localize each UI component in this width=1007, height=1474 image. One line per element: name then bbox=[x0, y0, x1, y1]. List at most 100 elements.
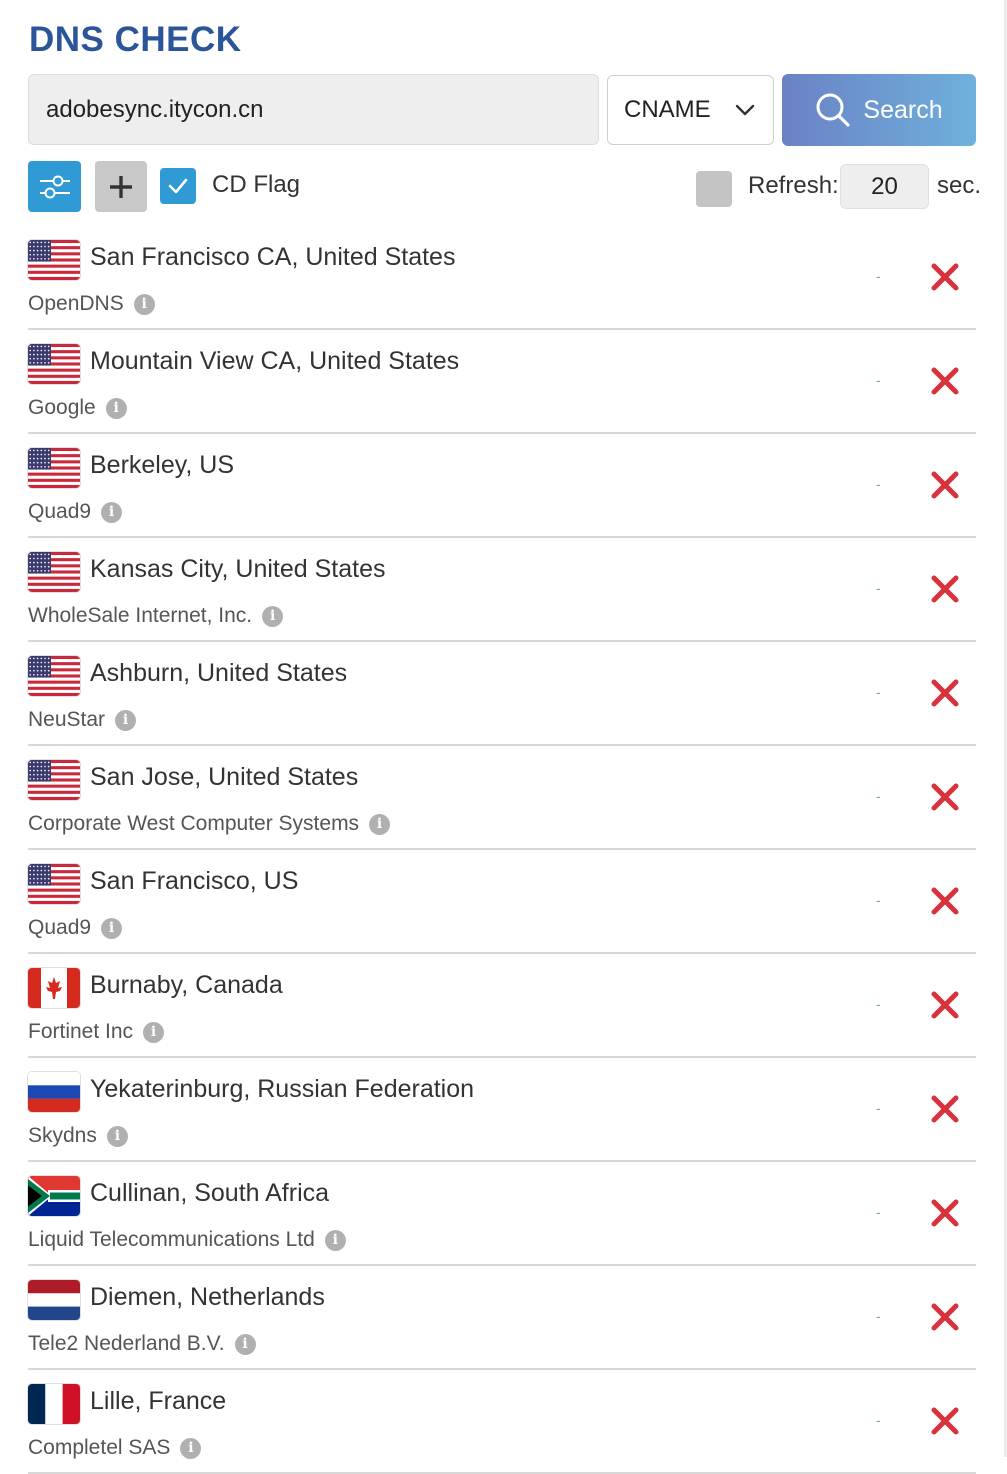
info-icon[interactable]: i bbox=[180, 1437, 202, 1459]
dns-result-value: - bbox=[876, 580, 881, 596]
server-row: Lille, France Completel SAS i - bbox=[28, 1370, 976, 1474]
server-row: San Francisco, US Quad9 i - bbox=[28, 850, 976, 954]
server-provider: Skydns i bbox=[28, 1124, 128, 1148]
fail-x-icon bbox=[931, 991, 959, 1019]
info-icon[interactable]: i bbox=[115, 709, 137, 731]
provider-name: Quad9 bbox=[28, 500, 92, 523]
plus-icon bbox=[110, 175, 132, 198]
provider-name: Google bbox=[28, 396, 96, 419]
info-icon[interactable]: i bbox=[143, 1021, 165, 1043]
server-row: San Jose, United States Corporate West Co… bbox=[28, 746, 976, 850]
domain-input[interactable] bbox=[28, 74, 599, 145]
fail-x-icon bbox=[931, 575, 959, 603]
dns-result-value: - bbox=[876, 1204, 881, 1220]
server-provider: Quad9 i bbox=[28, 916, 123, 940]
refresh-interval-input[interactable] bbox=[840, 164, 929, 209]
dns-result-value: - bbox=[876, 1308, 881, 1324]
flag-za-icon bbox=[28, 1176, 80, 1216]
info-icon[interactable]: i bbox=[234, 1333, 256, 1355]
dns-result-value: - bbox=[876, 996, 881, 1012]
refresh-label: Refresh: bbox=[748, 172, 839, 199]
fail-x-icon bbox=[931, 471, 959, 499]
fail-x-icon bbox=[931, 263, 959, 291]
server-location: Ashburn, United States bbox=[90, 659, 348, 687]
cd-flag-label: CD Flag bbox=[212, 171, 301, 198]
checkmark-icon bbox=[168, 178, 188, 194]
info-icon[interactable]: i bbox=[369, 813, 391, 835]
fail-x-icon bbox=[931, 679, 959, 707]
fail-x-icon bbox=[931, 1095, 959, 1123]
flag-us-icon bbox=[28, 760, 80, 800]
server-provider: Completel SAS i bbox=[28, 1436, 202, 1460]
server-location: Mountain View CA, United States bbox=[90, 347, 460, 375]
server-row: Mountain View CA, United States Google i - bbox=[28, 330, 976, 434]
server-row: San Francisco CA, United States OpenDNS i - bbox=[28, 226, 976, 330]
add-server-button[interactable] bbox=[95, 161, 147, 212]
server-location: San Jose, United States bbox=[90, 763, 359, 791]
dns-result-value: - bbox=[876, 788, 881, 804]
server-location: Yekaterinburg, Russian Federation bbox=[90, 1075, 475, 1103]
server-provider: Google i bbox=[28, 396, 127, 420]
fail-x-icon bbox=[931, 887, 959, 915]
provider-name: WholeSale Internet, Inc. bbox=[28, 604, 253, 627]
provider-name: NeuStar bbox=[28, 708, 106, 731]
server-row: Yekaterinburg, Russian Federation Skydns i… bbox=[28, 1058, 976, 1162]
fail-x-icon bbox=[931, 1199, 959, 1227]
server-location: Lille, France bbox=[90, 1387, 227, 1415]
server-location: San Francisco CA, United States bbox=[90, 243, 456, 271]
search-icon bbox=[816, 93, 850, 127]
info-icon[interactable]: i bbox=[105, 397, 127, 419]
dns-result-value: - bbox=[876, 268, 881, 284]
flag-fr-icon bbox=[28, 1384, 80, 1424]
server-provider: Fortinet Inc i bbox=[28, 1020, 165, 1044]
flag-ru-icon bbox=[28, 1072, 80, 1112]
server-location: Burnaby, Canada bbox=[90, 971, 283, 999]
provider-name: Completel SAS bbox=[28, 1436, 171, 1459]
dns-result-value: - bbox=[876, 372, 881, 388]
server-location: Berkeley, US bbox=[90, 451, 235, 479]
refresh-checkbox[interactable] bbox=[696, 171, 732, 207]
provider-name: Tele2 Nederland B.V. bbox=[28, 1332, 225, 1355]
server-location: San Francisco, US bbox=[90, 867, 299, 895]
fail-x-icon bbox=[931, 1407, 959, 1435]
server-location: Kansas City, United States bbox=[90, 555, 386, 583]
provider-name: Fortinet Inc bbox=[28, 1020, 134, 1043]
server-row: Ashburn, United States NeuStar i - bbox=[28, 642, 976, 746]
info-icon[interactable]: i bbox=[101, 917, 123, 939]
server-row: Kansas City, United States WholeSale Inte… bbox=[28, 538, 976, 642]
info-icon[interactable]: i bbox=[106, 1125, 128, 1147]
server-row: Berkeley, US Quad9 i - bbox=[28, 434, 976, 538]
server-row: Diemen, Netherlands Tele2 Nederland B.V. i… bbox=[28, 1266, 976, 1370]
results-list: San Francisco CA, United States OpenDNS i -… bbox=[28, 226, 976, 1474]
dns-result-value: - bbox=[876, 476, 881, 492]
provider-name: Corporate West Computer Systems bbox=[28, 812, 360, 835]
dns-result-value: - bbox=[876, 1412, 881, 1428]
record-type-select[interactable]: CNAME bbox=[607, 75, 774, 145]
settings-button[interactable] bbox=[28, 161, 81, 212]
cd-flag-checkbox[interactable] bbox=[160, 168, 196, 204]
flag-us-icon bbox=[28, 552, 80, 592]
info-icon[interactable]: i bbox=[101, 501, 123, 523]
flag-us-icon bbox=[28, 656, 80, 696]
dns-result-value: - bbox=[876, 1100, 881, 1116]
flag-us-icon bbox=[28, 864, 80, 904]
server-location: Diemen, Netherlands bbox=[90, 1283, 325, 1311]
search-button[interactable]: Search bbox=[782, 74, 976, 146]
flag-nl-icon bbox=[28, 1280, 80, 1320]
server-provider: Tele2 Nederland B.V. i bbox=[28, 1332, 256, 1356]
refresh-unit-label: sec. bbox=[937, 172, 982, 199]
server-provider: NeuStar i bbox=[28, 708, 137, 732]
fail-x-icon bbox=[931, 783, 959, 811]
info-icon[interactable]: i bbox=[133, 293, 155, 315]
provider-name: Liquid Telecommunications Ltd bbox=[28, 1228, 315, 1251]
flag-us-icon bbox=[28, 344, 80, 384]
dns-check-page: DNS CHECK CNAME Search CD Flag bbox=[0, 0, 1007, 1474]
info-icon[interactable]: i bbox=[262, 605, 284, 627]
info-icon[interactable]: i bbox=[324, 1229, 346, 1251]
chevron-down-icon bbox=[735, 104, 755, 116]
server-provider: Liquid Telecommunications Ltd i bbox=[28, 1228, 346, 1252]
flag-us-icon bbox=[28, 448, 80, 488]
provider-name: Skydns bbox=[28, 1124, 97, 1147]
provider-name: OpenDNS bbox=[28, 292, 124, 315]
sliders-icon bbox=[39, 175, 70, 198]
